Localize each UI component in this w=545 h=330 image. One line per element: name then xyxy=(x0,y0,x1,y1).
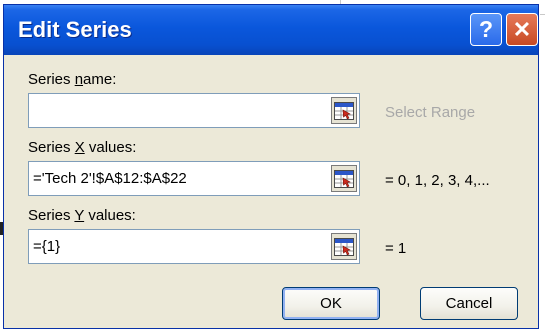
series-y-input[interactable] xyxy=(29,230,325,263)
help-button[interactable]: ? xyxy=(470,13,502,46)
access-key: X xyxy=(74,139,85,156)
access-key: Y xyxy=(74,207,85,224)
range-select-button[interactable] xyxy=(331,233,357,260)
range-select-button[interactable] xyxy=(331,97,357,124)
edit-series-dialog: Edit Series ? ✕ Series name: Select Rang… xyxy=(3,4,539,329)
range-select-button[interactable] xyxy=(331,165,357,192)
series-y-preview: = 1 xyxy=(385,240,407,257)
close-button[interactable]: ✕ xyxy=(506,13,538,46)
background-grid-line xyxy=(540,14,545,15)
series-y-label: Series Y values: xyxy=(28,207,136,224)
dialog-title: Edit Series xyxy=(18,17,132,42)
series-x-input[interactable] xyxy=(29,162,325,195)
access-key: n xyxy=(74,71,84,88)
series-x-label: Series X values: xyxy=(28,139,137,156)
help-icon: ? xyxy=(478,16,494,42)
series-name-field[interactable] xyxy=(28,93,360,128)
series-y-field[interactable] xyxy=(28,229,360,264)
cancel-button[interactable]: Cancel xyxy=(420,287,518,320)
series-name-preview: Select Range xyxy=(385,104,476,121)
series-x-field[interactable] xyxy=(28,161,360,196)
series-x-preview: = 0, 1, 2, 3, 4,... xyxy=(385,172,490,189)
close-icon: ✕ xyxy=(512,16,532,42)
series-name-label: Series name: xyxy=(28,71,117,88)
series-name-input[interactable] xyxy=(29,94,325,127)
ok-button[interactable]: OK xyxy=(282,287,380,320)
title-bar[interactable]: Edit Series ? ✕ xyxy=(4,5,538,55)
range-select-icon xyxy=(334,169,354,188)
range-select-icon xyxy=(334,237,354,256)
range-select-icon xyxy=(334,101,354,120)
